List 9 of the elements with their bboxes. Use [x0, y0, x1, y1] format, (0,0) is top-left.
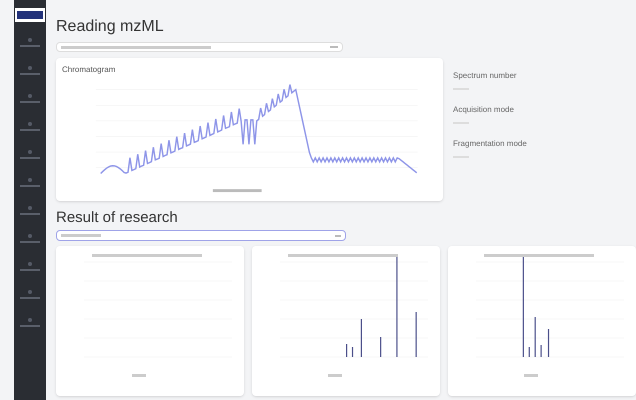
- info-label: Spectrum number: [453, 70, 518, 82]
- info-label: Fragmentation mode: [453, 138, 527, 150]
- result-select[interactable]: [56, 230, 346, 241]
- section-title: Result of research: [56, 209, 179, 227]
- card-title: Chromatogram: [62, 64, 116, 76]
- info-label: Acquisition mode: [453, 104, 515, 116]
- page-title: Reading mzML: [56, 17, 165, 37]
- logo: [15, 8, 46, 22]
- file-select[interactable]: [56, 42, 343, 52]
